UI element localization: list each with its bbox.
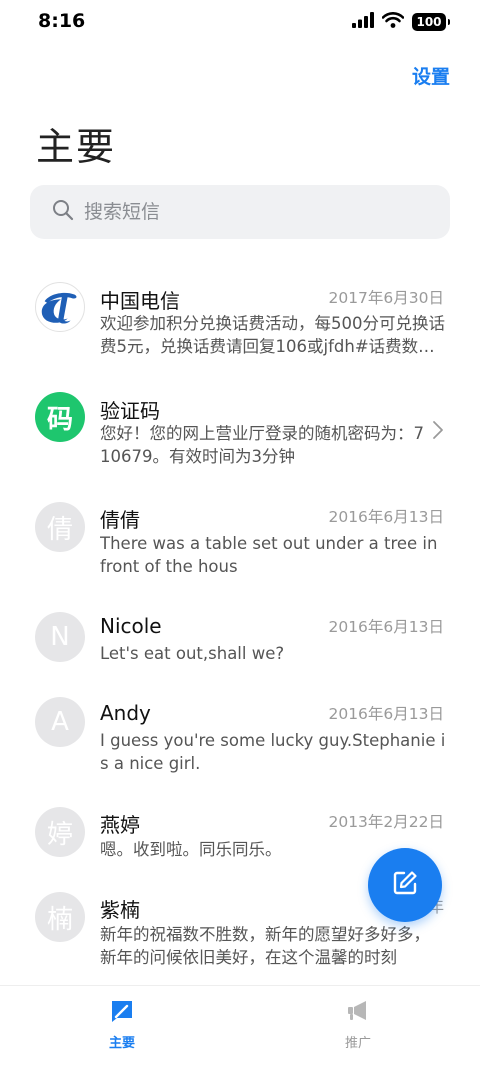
message-item-verification-code[interactable]: 码 验证码 您好！您的网上营业厅登录的随机密码为：710679。有效时间为3分钟 [0,382,480,482]
wifi-icon [381,12,405,32]
message-preview: 欢迎参加积分兑换话费活动，每500分可兑换话费5元，兑换话费请回复106或jfd… [100,314,445,356]
avatar: 婷 [35,807,85,857]
message-preview: 新年的祝福数不胜数，新年的愿望好多好多，新年的问候依旧美好，在这个温馨的时刻 [100,925,430,967]
tab-label: 推广 [344,1036,371,1051]
cellular-signal-icon [352,12,374,32]
china-telecom-logo-icon [35,282,85,332]
message-preview: I guess you're some lucky guy.Stephanie … [100,731,446,773]
message-sender: 倩倩 [100,508,140,532]
page-title: 主要 [36,125,117,169]
avatar: 楠 [35,892,85,942]
message-preview: Let's eat out,shall we? [100,644,285,663]
message-date: 2013年2月22日 [328,813,444,831]
avatar: N [35,612,85,662]
settings-link[interactable]: 设置 [412,62,450,89]
message-sender: Nicole [100,614,162,638]
message-date: 2016年6月13日 [328,705,444,723]
megaphone-icon [345,998,371,1028]
avatar: 码 [35,392,85,442]
message-preview: 您好！您的网上营业厅登录的随机密码为：710679。有效时间为3分钟 [100,424,424,466]
tab-label: 主要 [108,1036,135,1051]
search-icon [52,199,74,225]
avatar: A [35,697,85,747]
message-item-qianqian[interactable]: 倩 倩倩 2016年6月13日 There was a table set ou… [0,492,480,592]
compose-icon [391,869,419,901]
message-item-andy[interactable]: A Andy 2016年6月13日 I guess you're some lu… [0,697,480,797]
message-item-china-telecom[interactable]: 中国电信 2017年6月30日 欢迎参加积分兑换话费活动，每500分可兑换话费5… [0,272,480,372]
bottom-nav: 主要 推广 [0,985,480,1066]
message-date: 2016年6月13日 [328,618,444,636]
status-icons: 100 [352,12,450,32]
message-date: 2017年6月30日 [328,289,444,307]
avatar: 倩 [35,502,85,552]
message-sender: Andy [100,701,151,725]
message-preview: There was a table set out under a tree i… [100,534,438,576]
compose-flag-icon [109,998,135,1028]
message-sender: 紫楠 [100,898,140,922]
tab-main[interactable]: 主要 [82,998,162,1051]
tab-promotions[interactable]: 推广 [318,998,398,1051]
message-sender: 中国电信 [100,289,180,313]
message-date: 2016年6月13日 [328,508,444,526]
status-time: 8:16 [38,10,86,32]
compose-button[interactable] [368,848,442,922]
message-item-nicole[interactable]: N Nicole 2016年6月13日 Let's eat out,shall … [0,602,480,702]
search-input[interactable] [84,201,424,223]
message-sender: 燕婷 [100,813,140,837]
search-box[interactable] [30,185,450,239]
chevron-right-icon[interactable] [432,420,444,444]
message-sender: 验证码 [100,399,160,423]
battery-indicator: 100 [412,13,450,31]
status-bar: 8:16 100 [0,0,480,44]
